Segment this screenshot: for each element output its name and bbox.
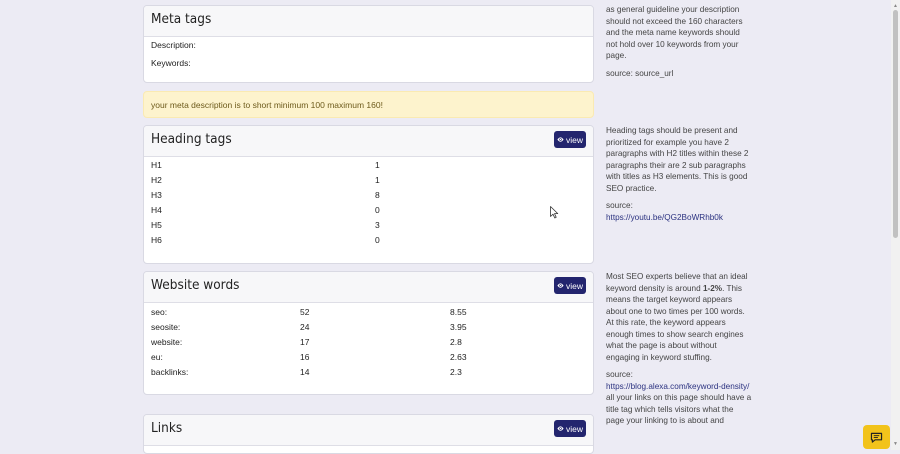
- heading-row-count: 1: [375, 175, 380, 185]
- word-row-count: 16: [300, 352, 310, 362]
- meta-source: source: source_url: [606, 68, 674, 78]
- view-label: view: [565, 423, 583, 434]
- website-words-card: Website words view seo: 52 8.55 seosite:…: [143, 271, 594, 395]
- heading-row-count: 3: [375, 220, 380, 230]
- links-header: Links view: [144, 415, 593, 446]
- links-title: Links: [151, 420, 183, 436]
- links-view-button[interactable]: view: [554, 420, 586, 437]
- heading-row-tag: H5: [151, 220, 162, 230]
- word-row-density: 2.63: [450, 352, 467, 362]
- view-label: view: [565, 280, 583, 291]
- word-row-word: seosite:: [151, 322, 181, 332]
- meta-tags-header: Meta tags: [144, 6, 593, 37]
- scroll-down-arrow-icon[interactable]: ▼: [893, 441, 898, 447]
- words-text-bold: 1-2%: [702, 283, 723, 293]
- heading-row-tag: H3: [151, 190, 162, 200]
- heading-tags-title: Heading tags: [151, 131, 232, 147]
- word-row-word: backlinks:: [151, 367, 189, 377]
- heading-row-count: 0: [375, 205, 380, 215]
- word-row-word: website:: [151, 337, 183, 347]
- word-row-density: 2.3: [450, 367, 462, 377]
- eye-icon: [557, 426, 564, 431]
- mouse-cursor-icon: [550, 206, 559, 219]
- page-scrollbar[interactable]: ▲ ▼: [891, 0, 900, 450]
- heading-row-tag: H6: [151, 235, 162, 245]
- word-row-word: seo:: [151, 307, 168, 317]
- heading-source-label: source:: [606, 201, 633, 210]
- heading-tags-card: Heading tags view H1 1 H2 1 H3 8 H4 0 H5…: [143, 125, 594, 264]
- word-row-count: 24: [300, 322, 310, 332]
- eye-icon: [557, 137, 564, 142]
- word-row-density: 2.8: [450, 337, 462, 347]
- heading-tags-header: Heading tags view: [144, 126, 593, 157]
- links-guideline-text: all your links on this page should have …: [606, 393, 752, 425]
- words-text-after: . This means the target keyword appears …: [606, 283, 745, 362]
- keywords-label: Keywords:: [151, 58, 191, 68]
- words-guideline-text: Most SEO experts believe that an ideal k…: [606, 271, 752, 363]
- words-source-label: source:: [606, 370, 633, 379]
- website-words-title: Website words: [151, 277, 240, 293]
- heading-view-button[interactable]: view: [554, 131, 586, 148]
- meta-tags-title: Meta tags: [151, 11, 212, 27]
- scroll-up-arrow-icon[interactable]: ▲: [893, 3, 898, 9]
- word-row-count: 17: [300, 337, 310, 347]
- chat-icon: [870, 432, 883, 443]
- heading-row-tag: H2: [151, 175, 162, 185]
- links-card: Links view: [143, 414, 594, 454]
- word-row-density: 3.95: [450, 322, 467, 332]
- words-view-button[interactable]: view: [554, 277, 586, 294]
- website-words-header: Website words view: [144, 272, 593, 303]
- meta-tags-card: Meta tags Description: Keywords:: [143, 5, 594, 83]
- heading-row-count: 0: [375, 235, 380, 245]
- heading-row-tag: H4: [151, 205, 162, 215]
- word-row-count: 52: [300, 307, 310, 317]
- words-guideline: Most SEO experts believe that an ideal k…: [606, 271, 752, 427]
- eye-icon: [557, 283, 564, 288]
- word-row-density: 8.55: [450, 307, 467, 317]
- meta-guideline: as general guideline your description sh…: [606, 4, 752, 79]
- heading-source-link[interactable]: https://youtu.be/QG2BoWRhb0k: [606, 212, 752, 224]
- heading-row-count: 8: [375, 190, 380, 200]
- scroll-thumb[interactable]: [893, 10, 898, 238]
- alert-text: your meta description is to short minimu…: [151, 100, 383, 110]
- heading-row-tag: H1: [151, 160, 162, 170]
- meta-description-alert: your meta description is to short minimu…: [143, 91, 594, 118]
- heading-row-count: 1: [375, 160, 380, 170]
- view-label: view: [565, 134, 583, 145]
- word-row-count: 14: [300, 367, 310, 377]
- heading-guideline: Heading tags should be present and prior…: [606, 125, 752, 223]
- description-label: Description:: [151, 40, 196, 50]
- words-source-link[interactable]: https://blog.alexa.com/keyword-density/: [606, 381, 752, 393]
- heading-guideline-text: Heading tags should be present and prior…: [606, 126, 749, 193]
- word-row-word: eu:: [151, 352, 163, 362]
- meta-guideline-text: as general guideline your description sh…: [606, 5, 743, 60]
- chat-button[interactable]: [863, 425, 890, 449]
